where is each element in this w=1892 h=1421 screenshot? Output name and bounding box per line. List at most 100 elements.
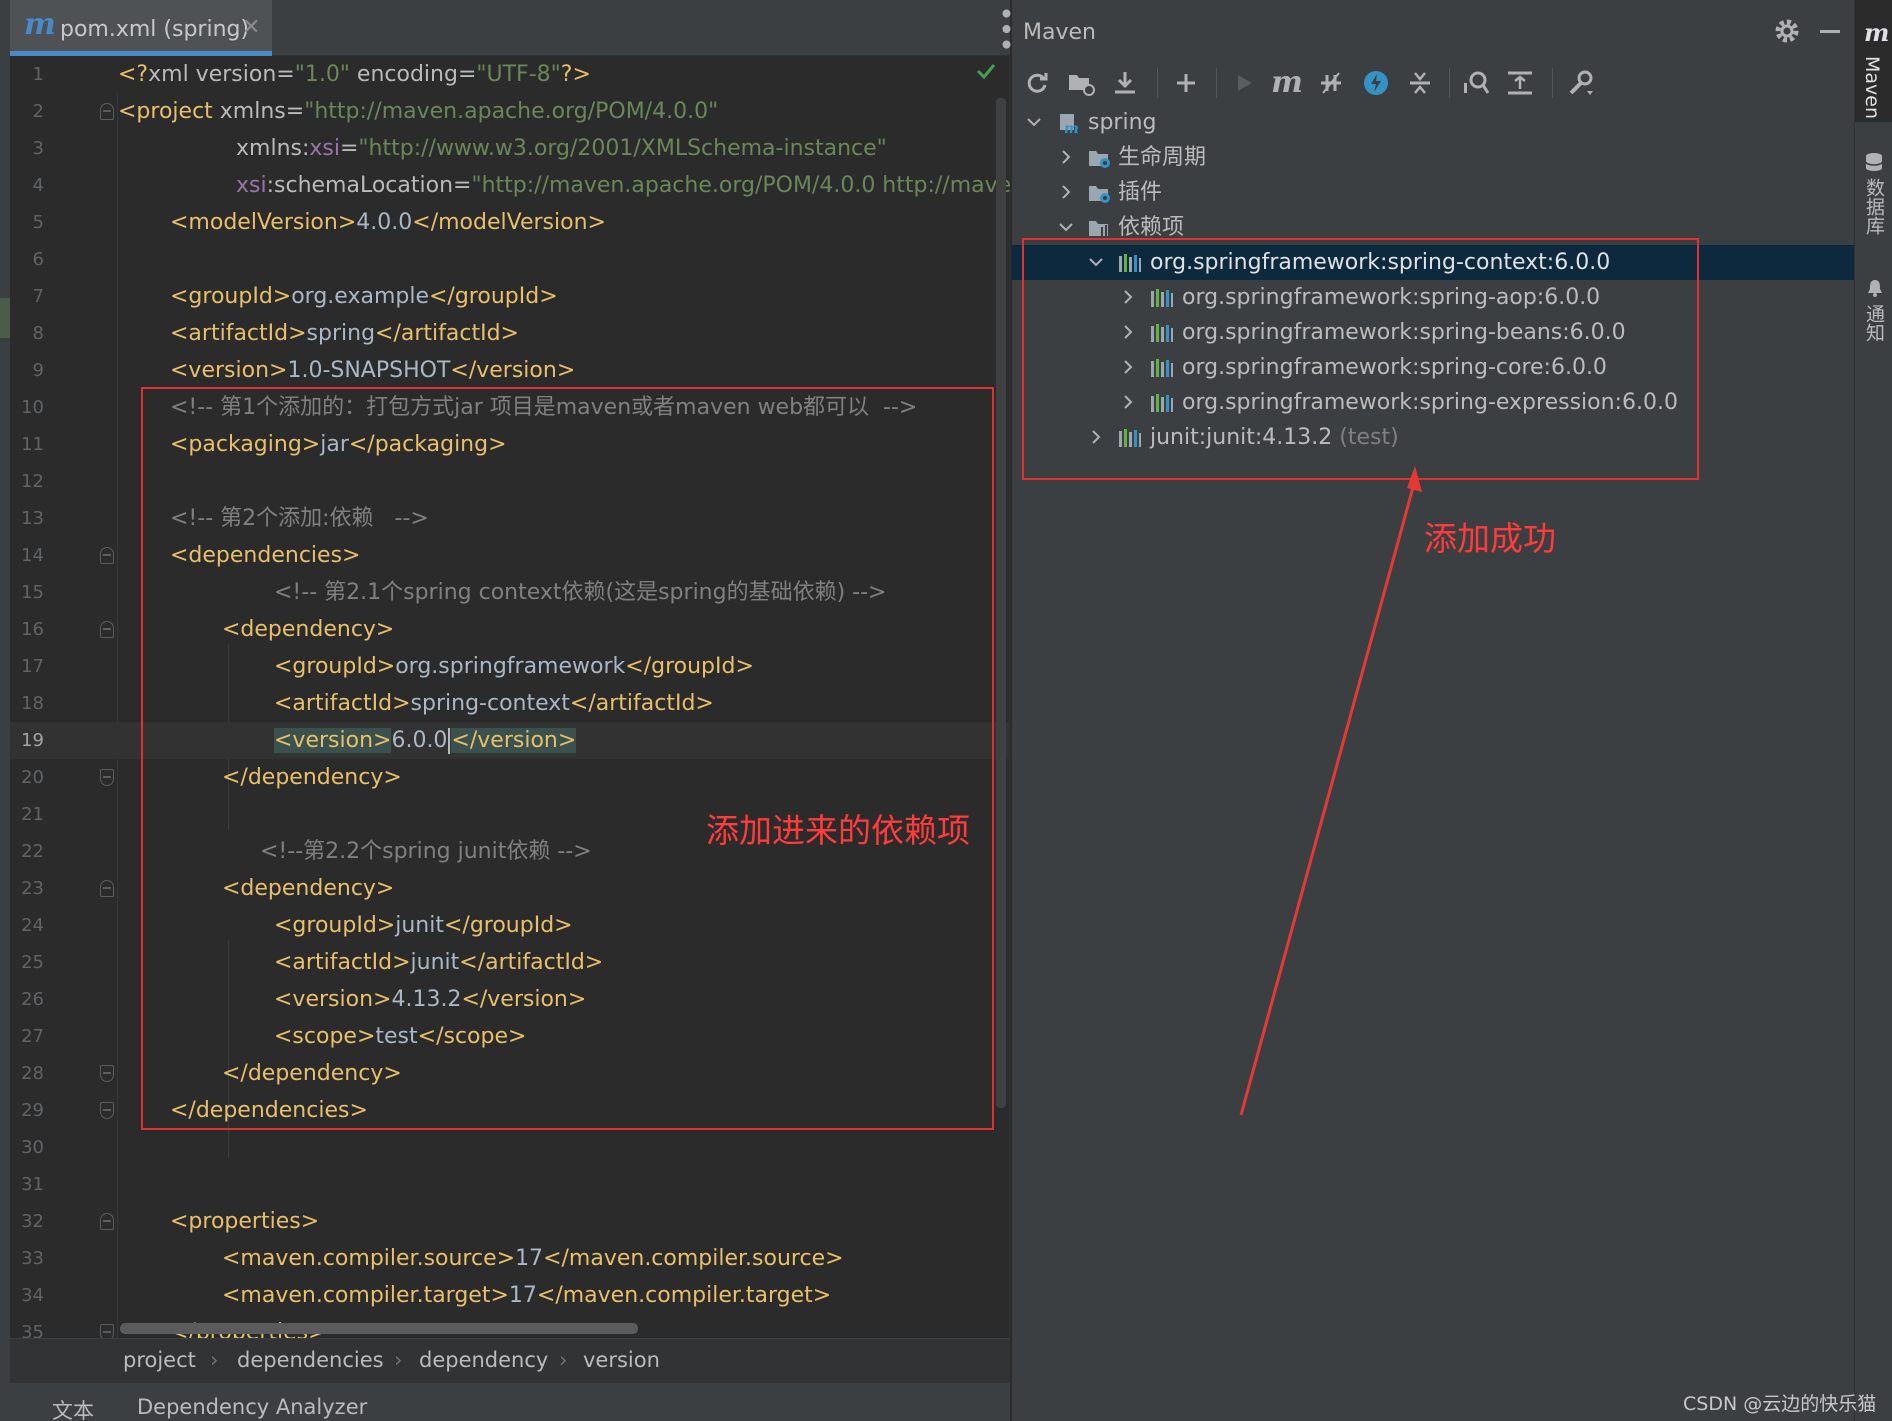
line-number: 20 <box>21 767 44 788</box>
code-line[interactable]: 5 <modelVersion>4.0.0</modelVersion> <box>10 204 1010 241</box>
fold-icon[interactable] <box>100 103 114 120</box>
line-number: 29 <box>21 1100 44 1121</box>
svg-text:m: m <box>1064 121 1079 134</box>
code-line[interactable]: 2 <project xmlns="http://maven.apache.or… <box>10 93 1010 130</box>
reload-icon[interactable] <box>1020 66 1054 100</box>
code-line[interactable]: 3 xmlns:xsi="http://www.w3.org/2001/XMLS… <box>10 130 1010 167</box>
database-tool-button[interactable]: 数据库 <box>1855 148 1892 248</box>
chevron-down-icon[interactable] <box>1026 114 1042 130</box>
fold-icon[interactable] <box>100 547 114 564</box>
breadcrumb-item[interactable]: dependencies <box>237 1348 384 1372</box>
line-number: 22 <box>21 841 44 862</box>
tree-node-lifecycle[interactable]: 生命周期 <box>1012 140 1854 175</box>
fold-icon[interactable] <box>100 1065 114 1082</box>
fold-icon[interactable] <box>100 1213 114 1230</box>
fold-icon[interactable] <box>100 769 114 786</box>
line-text: <?xml version="1.0" encoding="UTF-8"?> <box>118 62 591 87</box>
code-line[interactable]: 6 <box>10 241 1010 278</box>
breadcrumb-item[interactable]: dependency <box>419 1348 548 1372</box>
line-number: 15 <box>21 582 44 603</box>
skip-tests-icon[interactable] <box>1359 66 1393 100</box>
code-line[interactable]: 32 <properties> <box>10 1203 1010 1240</box>
annotation-box-maven-tree <box>1022 238 1699 480</box>
line-number: 14 <box>21 545 44 566</box>
show-dependencies-icon[interactable] <box>1459 66 1493 100</box>
line-number: 34 <box>21 1285 44 1306</box>
add-folder-icon[interactable] <box>1064 66 1098 100</box>
breadcrumb-item[interactable]: project <box>123 1348 196 1372</box>
line-text: <artifactId>spring</artifactId> <box>170 321 519 346</box>
editor-horizontal-scrollbar[interactable] <box>120 1323 638 1334</box>
editor-vertical-scrollbar[interactable] <box>996 98 1006 1108</box>
code-line[interactable]: 1 <?xml version="1.0" encoding="UTF-8"?> <box>10 56 1010 93</box>
tab-dependency-analyzer[interactable]: Dependency Analyzer <box>137 1395 367 1419</box>
line-number: 25 <box>21 952 44 973</box>
line-number: 9 <box>32 360 44 381</box>
right-tool-strip: m Maven 数据库 通知 <box>1854 0 1892 1421</box>
maven-goal-icon[interactable]: m <box>1270 66 1304 100</box>
line-number: 24 <box>21 915 44 936</box>
code-line[interactable]: 7 <groupId>org.example</groupId> <box>10 278 1010 315</box>
bell-icon <box>1868 280 1882 297</box>
line-number: 26 <box>21 989 44 1010</box>
tree-node-dependencies[interactable]: 依赖项 <box>1012 210 1854 238</box>
editor-tab-title: pom.xml (spring) <box>60 17 250 42</box>
lifecycle-folder-icon <box>1089 151 1110 168</box>
inspection-ok-icon[interactable] <box>975 60 997 82</box>
fold-icon[interactable] <box>100 880 114 897</box>
tab-text[interactable]: 文本 <box>52 1395 94 1421</box>
code-line[interactable]: 9 <version>1.0-SNAPSHOT</version> <box>10 352 1010 389</box>
code-line[interactable]: 31 <box>10 1166 1010 1203</box>
line-text: <maven.compiler.source>17</maven.compile… <box>222 1246 844 1271</box>
minimize-icon[interactable] <box>1820 30 1840 33</box>
maven-tool-label: Maven <box>1861 56 1883 120</box>
maven-file-icon: m <box>24 7 56 42</box>
line-number: 21 <box>21 804 44 825</box>
run-icon[interactable] <box>1227 66 1261 100</box>
toggle-offline-icon[interactable] <box>1314 66 1348 100</box>
fold-icon[interactable] <box>100 1102 114 1119</box>
line-number: 32 <box>21 1211 44 1232</box>
settings-wrench-icon[interactable] <box>1564 66 1598 100</box>
chevron-right-icon[interactable] <box>1058 149 1074 165</box>
maven-header: Maven <box>1012 0 1854 62</box>
notifications-tool-button[interactable]: 通知 <box>1855 276 1892 356</box>
line-number: 13 <box>21 508 44 529</box>
line-number: 2 <box>32 101 44 122</box>
line-text: <project xmlns="http://maven.apache.org/… <box>118 99 719 124</box>
collapse-all-icon[interactable] <box>1403 66 1437 100</box>
code-line[interactable]: 4 xsi:schemaLocation="http://maven.apach… <box>10 167 1010 204</box>
close-icon[interactable]: ✕ <box>242 15 260 40</box>
code-line[interactable]: 33 <maven.compiler.source>17</maven.comp… <box>10 1240 1010 1277</box>
editor-tab-bar: m pom.xml (spring) ✕ ••• <box>10 0 1022 56</box>
fold-icon[interactable] <box>100 621 114 638</box>
chevron-right-icon[interactable] <box>1058 184 1074 200</box>
plugins-folder-icon <box>1089 186 1110 203</box>
breadcrumb-item[interactable]: version <box>583 1348 660 1372</box>
line-number: 31 <box>21 1174 44 1195</box>
breadcrumb: project › dependencies › dependency › ve… <box>10 1338 1010 1382</box>
plus-icon[interactable] <box>1169 66 1203 100</box>
chevron-down-icon[interactable] <box>1058 219 1074 235</box>
line-text: <groupId>org.example</groupId> <box>170 284 558 309</box>
gear-icon[interactable] <box>1772 16 1802 46</box>
line-number: 33 <box>21 1248 44 1269</box>
fold-icon[interactable] <box>100 1324 114 1338</box>
tree-node-project[interactable]: m spring <box>1012 105 1854 140</box>
code-line[interactable]: 8 <artifactId>spring</artifactId> <box>10 315 1010 352</box>
maven-tool-button[interactable]: m Maven <box>1855 0 1892 122</box>
maven-toolbar: m <box>1012 62 1854 104</box>
line-number: 30 <box>21 1137 44 1158</box>
line-number: 16 <box>21 619 44 640</box>
maven-title: Maven <box>1023 20 1096 45</box>
project-tool-marker[interactable] <box>0 298 10 338</box>
expand-icon[interactable] <box>1503 66 1537 100</box>
download-icon[interactable] <box>1108 66 1142 100</box>
breadcrumb-separator: › <box>210 1348 219 1372</box>
editor-bottom-tabs: 文本 Dependency Analyzer <box>10 1382 1010 1421</box>
line-number: 18 <box>21 693 44 714</box>
code-line[interactable]: 30 <box>10 1129 1010 1166</box>
tree-node-plugins[interactable]: 插件 <box>1012 175 1854 210</box>
code-line[interactable]: 34 <maven.compiler.target>17</maven.comp… <box>10 1277 1010 1314</box>
editor-tab-pom[interactable]: m pom.xml (spring) ✕ <box>10 0 272 56</box>
